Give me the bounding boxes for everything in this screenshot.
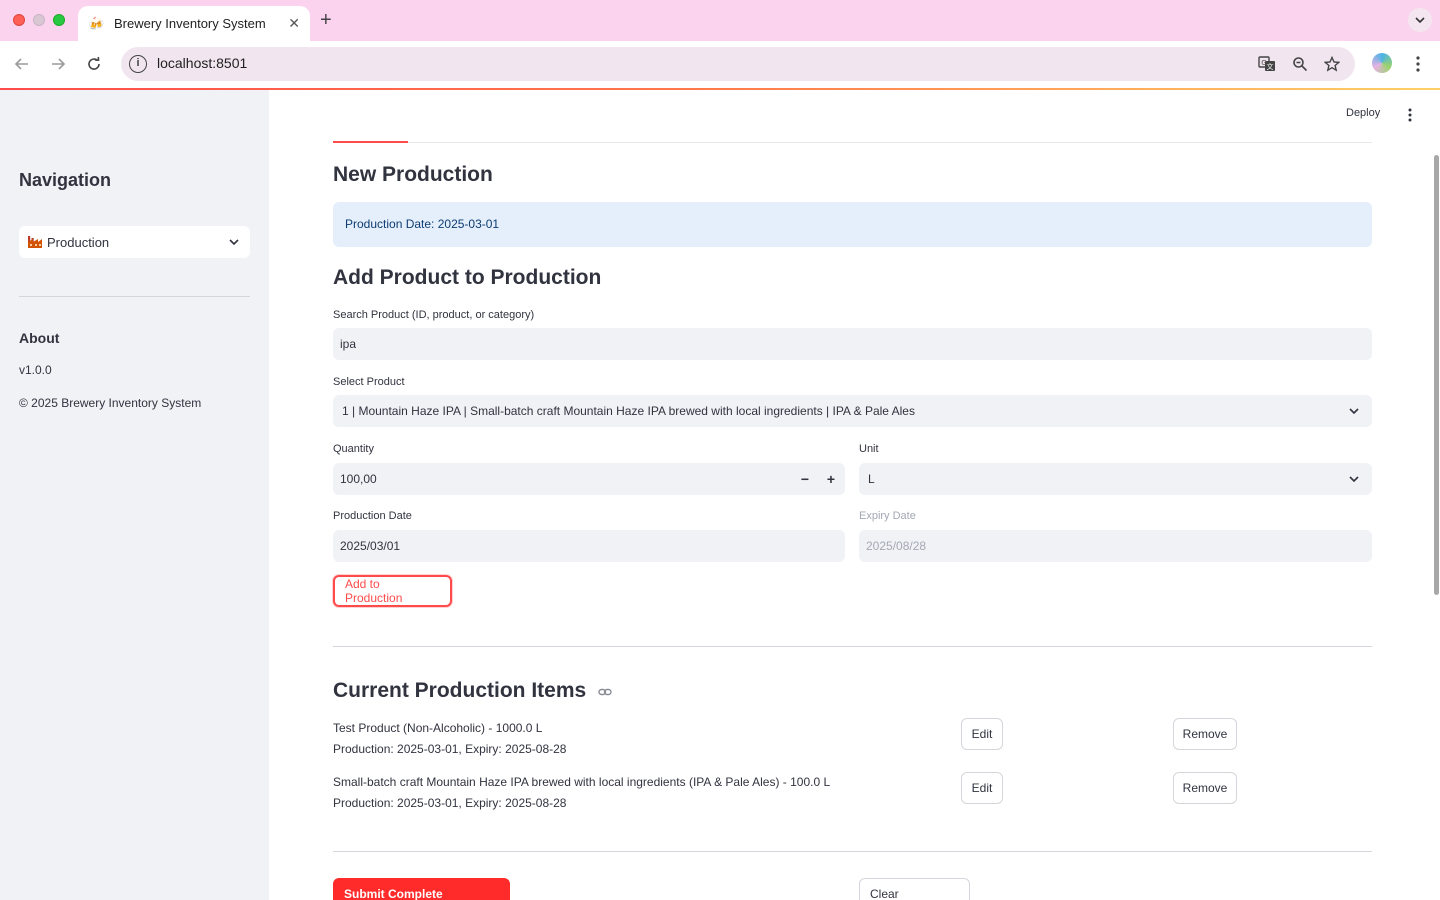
- unit-label: Unit: [859, 443, 879, 455]
- navigation-select-value: Production: [47, 234, 110, 250]
- zoom-icon[interactable]: [1289, 53, 1311, 75]
- forward-button[interactable]: [47, 53, 69, 75]
- remove-item-2-button[interactable]: Remove: [1173, 772, 1237, 804]
- production-item-1-name: Test Product (Non-Alcoholic) - 1000.0 L: [333, 721, 543, 735]
- expiry-date-input: 2025/08/28: [859, 530, 1372, 562]
- reload-icon: [88, 56, 100, 70]
- clear-production-button[interactable]: Clear Production: [859, 878, 970, 900]
- add-product-title: Add Product to Production: [333, 266, 602, 289]
- reload-button[interactable]: [83, 53, 105, 75]
- search-label: Search Product (ID, product, or category…: [333, 309, 535, 321]
- current-items-title-text: Current Production Items: [333, 679, 587, 702]
- edit-item-2-button[interactable]: Edit: [961, 772, 1003, 804]
- profile-avatar[interactable]: [1372, 53, 1392, 73]
- add-to-production-button[interactable]: Add to Production: [333, 575, 452, 607]
- unit-dropdown[interactable]: L: [859, 463, 1372, 495]
- copyright-text: © 2025 Brewery Inventory System: [19, 396, 202, 410]
- about-title: About: [19, 330, 60, 346]
- chevron-down-icon: [1348, 405, 1360, 417]
- new-tab-button[interactable]: +: [320, 9, 332, 32]
- bookmark-star-icon[interactable]: [1321, 53, 1343, 75]
- browser-toolbar: i localhost:8501 文G: [0, 41, 1440, 88]
- production-item-1-dates: Production: 2025-03-01, Expiry: 2025-08-…: [333, 742, 567, 756]
- chevron-down-icon: [1348, 473, 1360, 485]
- production-date-value: 2025/03/01: [340, 539, 401, 553]
- edit-item-1-button[interactable]: Edit: [961, 718, 1003, 750]
- unit-value: L: [868, 472, 875, 486]
- app-menu-button[interactable]: [1403, 108, 1417, 126]
- info-alert: Production Date: 2025-03-01: [333, 202, 1372, 247]
- add-to-production-label: Add to Production: [345, 577, 403, 605]
- submit-production-label: Submit Complete Production: [344, 887, 443, 900]
- select-product-dropdown[interactable]: 1 | Mountain Haze IPA | Small-batch craf…: [333, 395, 1372, 427]
- url-text: localhost:8501: [157, 55, 248, 71]
- navigation-select[interactable]: Production: [19, 226, 250, 258]
- more-vertical-icon: [1416, 56, 1420, 72]
- current-items-title: Current Production Items: [333, 679, 612, 703]
- browser-menu-button[interactable]: [1410, 53, 1426, 75]
- edit-label: Edit: [971, 781, 993, 795]
- section-divider: [333, 851, 1372, 852]
- decrement-button[interactable]: −: [795, 471, 815, 487]
- tab-title: Brewery Inventory System: [114, 16, 266, 31]
- sidebar: Navigation Production About v1.0.0 © 202…: [0, 90, 269, 900]
- arrow-left-icon: [14, 58, 28, 70]
- remove-label: Remove: [1182, 781, 1228, 795]
- sidebar-divider: [19, 296, 250, 297]
- info-alert-text: Production Date: 2025-03-01: [345, 217, 500, 231]
- expiry-date-value: 2025/08/28: [866, 539, 927, 553]
- arrow-right-icon: [52, 58, 66, 70]
- production-item-2-name: Small-batch craft Mountain Haze IPA brew…: [333, 775, 831, 789]
- close-tab-icon[interactable]: ✕: [288, 15, 300, 32]
- deploy-button[interactable]: Deploy: [1346, 107, 1380, 119]
- increment-button[interactable]: +: [821, 471, 841, 487]
- section-divider: [333, 646, 1372, 647]
- chevron-down-icon: [1415, 17, 1425, 24]
- version-text: v1.0.0: [19, 363, 52, 377]
- active-tab-indicator: [333, 141, 408, 143]
- link-icon[interactable]: [598, 679, 612, 703]
- svg-text:G: G: [1261, 59, 1266, 67]
- tab-search-button[interactable]: [1408, 8, 1432, 32]
- site-info-icon[interactable]: i: [129, 55, 147, 73]
- quantity-label: Quantity: [333, 443, 374, 455]
- remove-item-1-button[interactable]: Remove: [1173, 718, 1237, 750]
- close-window-button[interactable]: [13, 14, 25, 26]
- svg-text:文: 文: [1267, 62, 1274, 71]
- back-button[interactable]: [11, 53, 33, 75]
- sidebar-title: Navigation: [19, 170, 112, 190]
- select-product-label: Select Product: [333, 376, 405, 388]
- quantity-stepper[interactable]: 100,00 − +: [333, 463, 845, 495]
- expiry-date-label: Expiry Date: [859, 510, 916, 522]
- quantity-value: 100,00: [340, 472, 377, 486]
- factory-icon: [27, 234, 43, 251]
- more-vertical-icon: [1408, 108, 1412, 122]
- browser-tab-bar: 🍻 Brewery Inventory System ✕ +: [0, 0, 1440, 41]
- page-scrollbar[interactable]: [1434, 155, 1439, 595]
- search-input[interactable]: ipa: [333, 328, 1372, 360]
- remove-label: Remove: [1182, 727, 1228, 741]
- maximize-window-button[interactable]: [53, 14, 65, 26]
- search-input-value: ipa: [340, 337, 357, 351]
- production-date-input[interactable]: 2025/03/01: [333, 530, 845, 562]
- submit-production-button[interactable]: Submit Complete Production: [333, 878, 510, 900]
- chevron-down-icon: [228, 236, 240, 248]
- address-bar[interactable]: i localhost:8501 文G: [121, 47, 1355, 81]
- production-item-2-dates: Production: 2025-03-01, Expiry: 2025-08-…: [333, 796, 567, 810]
- production-date-label: Production Date: [333, 510, 412, 522]
- beer-mugs-icon: 🍻: [88, 15, 105, 31]
- minimize-window-button[interactable]: [33, 14, 45, 26]
- section-title: New Production: [333, 163, 493, 186]
- translate-icon[interactable]: 文G: [1256, 53, 1278, 75]
- tabs-divider: [333, 142, 1372, 143]
- edit-label: Edit: [971, 727, 993, 741]
- clear-production-label: Clear Production: [870, 887, 899, 900]
- browser-tab[interactable]: 🍻 Brewery Inventory System ✕: [78, 6, 310, 41]
- select-product-value: 1 | Mountain Haze IPA | Small-batch craf…: [342, 404, 915, 418]
